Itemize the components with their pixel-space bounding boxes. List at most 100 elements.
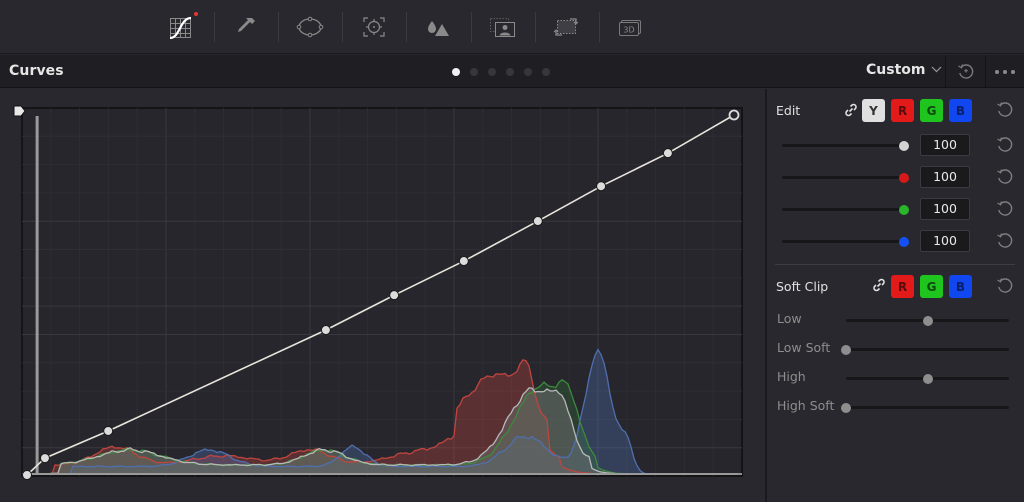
soft-clip-slider-label: High: [777, 369, 806, 384]
toolbar-divider: [599, 12, 600, 42]
soft-clip-slider-label: High Soft: [777, 398, 835, 413]
tracker-tool-button[interactable]: [357, 10, 391, 44]
curve-settings-panel: Edit YRGB 100100100100 Soft Clip RGB: [767, 89, 1024, 502]
curve-control-point[interactable]: [103, 425, 114, 436]
slider-thumb[interactable]: [841, 344, 851, 355]
svg-text:3D: 3D: [623, 26, 634, 35]
soft-clip-channel-b-button[interactable]: B: [949, 275, 972, 298]
edit-channel-y-button[interactable]: Y: [862, 99, 885, 122]
curve-graph[interactable]: [0, 89, 766, 502]
key-tool-button[interactable]: [485, 10, 519, 44]
curves-grid-icon: [169, 16, 192, 40]
page-dot[interactable]: [542, 68, 550, 76]
slider-thumb[interactable]: [922, 373, 933, 384]
page-dot[interactable]: [452, 68, 460, 76]
section-divider: [775, 264, 1015, 265]
reset-icon: [997, 137, 1013, 152]
slider-reset-button[interactable]: [996, 200, 1014, 218]
blur-drops-icon: [428, 21, 449, 36]
3d-icon: 3D: [619, 20, 641, 36]
eyedropper-icon: [238, 18, 255, 32]
page-dot[interactable]: [470, 68, 478, 76]
curve-control-point[interactable]: [389, 290, 400, 301]
panel-header: Curves Custom: [0, 55, 1024, 88]
sizing-icon: [553, 18, 579, 36]
edit-link-button[interactable]: [843, 102, 859, 118]
slider-value-input[interactable]: 100: [920, 134, 970, 156]
soft-clip-slider-label: Low Soft: [777, 340, 831, 355]
soft-clip-label: Soft Clip: [776, 279, 829, 294]
preset-dropdown[interactable]: Custom: [866, 62, 942, 78]
link-icon: [873, 278, 885, 292]
link-icon: [845, 103, 857, 117]
curve-control-point[interactable]: [728, 109, 740, 121]
curve-graph-area: [0, 89, 766, 502]
slider-track[interactable]: [782, 240, 904, 243]
slider-track[interactable]: [782, 144, 904, 147]
edit-reset-button[interactable]: [996, 101, 1014, 119]
slider-track[interactable]: [782, 176, 904, 179]
panel-title: Curves: [9, 63, 64, 79]
window-tool-button[interactable]: [293, 10, 327, 44]
slider-value-input[interactable]: 100: [920, 198, 970, 220]
page-dot[interactable]: [488, 68, 496, 76]
edit-channel-g-button[interactable]: G: [920, 99, 943, 122]
preset-value: Custom: [866, 62, 926, 78]
toolbar-divider: [278, 12, 279, 42]
edit-channel-b-button[interactable]: B: [949, 99, 972, 122]
edit-channel-r-button[interactable]: R: [891, 99, 914, 122]
curve-control-point[interactable]: [39, 453, 50, 464]
reset-icon: [997, 278, 1013, 293]
curve-control-point[interactable]: [532, 216, 543, 227]
slider-value-input[interactable]: 100: [920, 166, 970, 188]
slider-thumb[interactable]: [899, 172, 909, 183]
curve-control-point[interactable]: [22, 470, 32, 480]
slider-thumb[interactable]: [841, 402, 851, 413]
curve-control-point[interactable]: [320, 325, 331, 336]
toolbar-divider: [214, 12, 215, 42]
histogram-spike: [35, 116, 39, 474]
reset-icon: [997, 201, 1013, 216]
slider-thumb[interactable]: [899, 236, 909, 247]
sizing-tool-button[interactable]: [549, 10, 583, 44]
page-dot[interactable]: [506, 68, 514, 76]
slider-reset-button[interactable]: [996, 136, 1014, 154]
qualifier-tool-button[interactable]: [229, 10, 263, 44]
reset-history-icon: [957, 63, 973, 79]
slider-track[interactable]: [846, 348, 1009, 351]
slider-value-input[interactable]: 100: [920, 230, 970, 252]
slider-track[interactable]: [846, 406, 1009, 409]
edit-label: Edit: [776, 103, 801, 118]
reset-icon: [997, 102, 1013, 117]
curve-control-point[interactable]: [662, 148, 673, 159]
soft-clip-link-button[interactable]: [871, 277, 887, 293]
slider-thumb[interactable]: [899, 140, 909, 151]
soft-clip-channel-r-button[interactable]: R: [891, 275, 914, 298]
slider-reset-button[interactable]: [996, 232, 1014, 250]
curve-control-point[interactable]: [596, 181, 607, 192]
slider-reset-button[interactable]: [996, 168, 1014, 186]
reset-icon: [997, 169, 1013, 184]
blur-tool-button[interactable]: [420, 10, 454, 44]
chevron-down-icon: [931, 65, 942, 76]
soft-clip-slider-label: Low: [777, 311, 802, 326]
slider-track[interactable]: [782, 208, 904, 211]
more-options-icon: [995, 69, 1015, 74]
soft-clip-channel-g-button[interactable]: G: [920, 275, 943, 298]
page-dot[interactable]: [524, 68, 532, 76]
reset-history-button[interactable]: [946, 55, 985, 88]
soft-clip-reset-button[interactable]: [996, 277, 1014, 295]
curves-panel: 3D Curves Custom Edit Y R G B 100 100 10…: [0, 0, 1024, 502]
slider-thumb[interactable]: [922, 315, 933, 326]
toolbar-divider: [406, 12, 407, 42]
3d-tool-button[interactable]: 3D: [613, 10, 647, 44]
key-portrait-icon: [490, 18, 515, 37]
color-toolbar: 3D: [0, 0, 1024, 54]
toolbar-divider: [342, 12, 343, 42]
curves-tool-button[interactable]: [164, 10, 198, 44]
reset-icon: [997, 233, 1013, 248]
more-options-button[interactable]: [986, 55, 1024, 88]
curve-control-point[interactable]: [458, 256, 469, 267]
slider-thumb[interactable]: [899, 204, 909, 215]
tracker-target-icon: [363, 17, 385, 37]
